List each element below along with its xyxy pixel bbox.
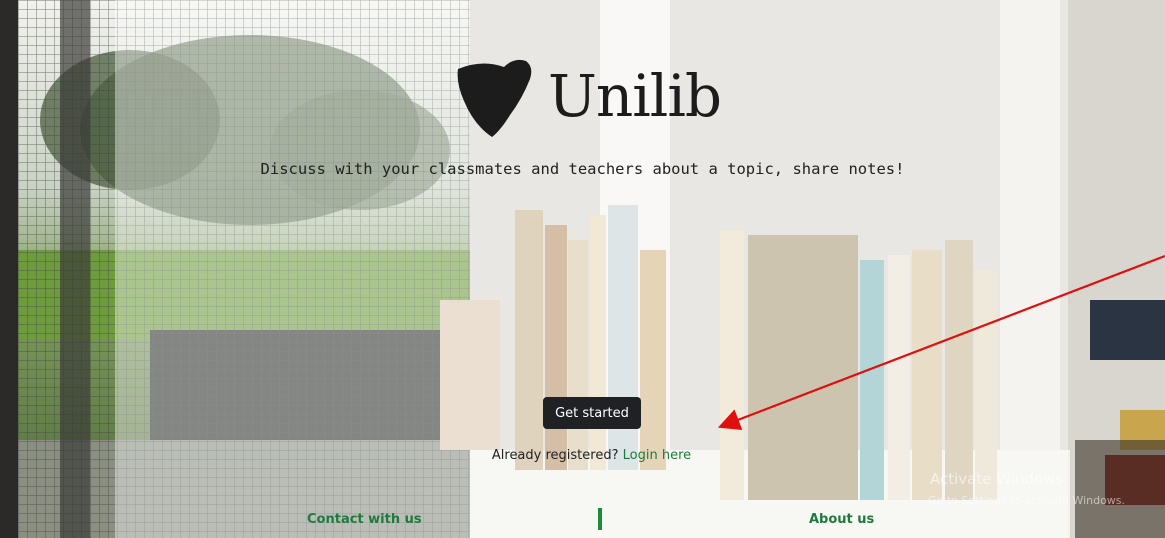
login-prompt: Already registered? Login here [0, 448, 1165, 463]
landing-page: Unilib Discuss with your classmates and … [0, 0, 1165, 538]
brand-name: Unilib [548, 62, 722, 130]
about-link[interactable]: About us [809, 512, 874, 527]
login-link[interactable]: Login here [623, 448, 692, 463]
activate-windows-title: Activate Windows [930, 470, 1064, 488]
hero-tagline: Discuss with your classmates and teacher… [260, 160, 905, 178]
registered-prompt-text: Already registered? [491, 448, 619, 463]
footer-divider [598, 508, 602, 530]
activate-windows-subtitle: Go to Settings to activate Windows. [928, 494, 1126, 507]
unilib-logo-icon [457, 59, 532, 137]
unilib-logo[interactable]: Unilib [452, 55, 722, 141]
get-started-button[interactable]: Get started [543, 397, 641, 429]
contact-link[interactable]: Contact with us [307, 512, 422, 527]
